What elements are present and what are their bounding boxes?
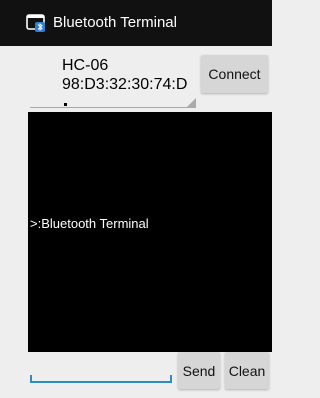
- message-input[interactable]: [30, 360, 178, 382]
- clean-button[interactable]: Clean: [225, 352, 269, 389]
- send-button[interactable]: Send: [178, 352, 220, 389]
- device-address: 98:D3:32:30:74:D: [62, 76, 188, 93]
- app-title: Bluetooth Terminal: [53, 14, 177, 31]
- terminal-line: >:Bluetooth Terminal: [30, 216, 149, 231]
- spinner-dropdown-arrow-icon: [187, 98, 196, 107]
- input-underline: [30, 381, 172, 383]
- terminal-output: >:Bluetooth Terminal: [28, 112, 272, 352]
- title-bar: Bluetooth Terminal: [0, 0, 272, 46]
- spinner-underline: [30, 107, 196, 108]
- connect-button[interactable]: Connect: [201, 55, 268, 93]
- bluetooth-terminal-icon: [26, 14, 45, 32]
- device-text-overflow: [62, 94, 70, 106]
- device-name: HC-06: [62, 57, 109, 74]
- device-spinner[interactable]: HC-06 98:D3:32:30:74:D: [30, 56, 198, 109]
- input-underline-right-tick: [170, 375, 172, 382]
- input-underline-left-tick: [30, 375, 32, 382]
